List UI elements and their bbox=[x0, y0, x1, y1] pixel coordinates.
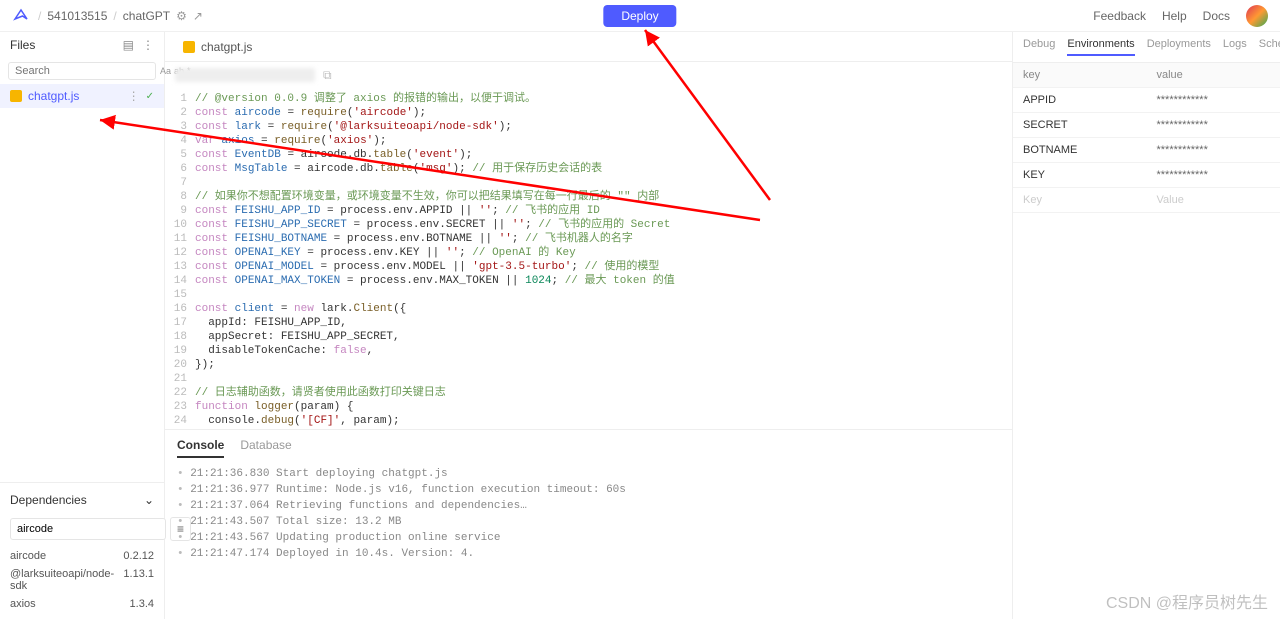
console-tabs: Console Database bbox=[165, 430, 1012, 466]
env-row[interactable]: KEY************ bbox=[1013, 163, 1280, 188]
env-value[interactable]: ************ bbox=[1147, 163, 1280, 187]
js-file-icon bbox=[183, 41, 195, 53]
dep-input-row: ≡ bbox=[10, 517, 154, 541]
blurred-url bbox=[175, 68, 315, 82]
dep-version: 1.3.4 bbox=[130, 598, 154, 610]
env-header-row: key value bbox=[1013, 63, 1280, 88]
env-value[interactable]: ************ bbox=[1147, 138, 1280, 162]
env-value[interactable]: ************ bbox=[1147, 88, 1280, 112]
env-row[interactable]: APPID************ bbox=[1013, 88, 1280, 113]
file-item[interactable]: chatgpt.js ⋮ ✓ bbox=[0, 84, 164, 108]
file-name: chatgpt.js bbox=[28, 89, 79, 103]
topbar: / 541013515 / chatGPT ⚙ ↗ Deploy Feedbac… bbox=[0, 0, 1280, 32]
chevron-down-icon: ⌄ bbox=[144, 493, 154, 507]
dep-row[interactable]: axios 1.3.4 bbox=[10, 595, 154, 613]
docs-link[interactable]: Docs bbox=[1203, 9, 1230, 23]
dep-version: 1.13.1 bbox=[123, 568, 154, 592]
code-body[interactable]: // @version 0.0.9 调整了 axios 的报错的输出，以便于调试… bbox=[195, 92, 1012, 425]
tabbar: chatgpt.js bbox=[165, 32, 1012, 62]
console-line: 21:21:36.830 Start deploying chatgpt.js bbox=[177, 466, 1000, 482]
env-row[interactable]: BOTNAME************ bbox=[1013, 138, 1280, 163]
avatar[interactable] bbox=[1246, 5, 1268, 27]
share-icon[interactable]: ↗ bbox=[193, 9, 203, 23]
project-id[interactable]: 541013515 bbox=[47, 9, 107, 23]
editor-toolbar: ⧉ bbox=[165, 62, 1012, 88]
new-file-icon[interactable]: ▤ bbox=[123, 38, 134, 52]
console-line: 21:21:43.567 Updating production online … bbox=[177, 530, 1000, 546]
env-key[interactable]: KEY bbox=[1013, 163, 1147, 187]
env-key[interactable]: APPID bbox=[1013, 88, 1147, 112]
env-key[interactable]: SECRET bbox=[1013, 113, 1147, 137]
project-name[interactable]: chatGPT bbox=[123, 9, 170, 23]
top-right-links: Feedback Help Docs bbox=[1093, 5, 1268, 27]
feedback-link[interactable]: Feedback bbox=[1093, 9, 1146, 23]
editor-tab[interactable]: chatgpt.js bbox=[173, 36, 262, 58]
right-panel: Debug Environments Deployments Logs Sche… bbox=[1012, 32, 1280, 619]
env-table: key value APPID************SECRET*******… bbox=[1013, 63, 1280, 213]
deploy-button[interactable]: Deploy bbox=[603, 5, 676, 27]
dep-row[interactable]: aircode 0.2.12 bbox=[10, 547, 154, 565]
tab-console[interactable]: Console bbox=[177, 438, 224, 458]
help-link[interactable]: Help bbox=[1162, 9, 1187, 23]
console-body[interactable]: 21:21:36.830 Start deploying chatgpt.js2… bbox=[165, 466, 1012, 619]
code-editor[interactable]: 123456789101112131415161718192021222324 … bbox=[165, 88, 1012, 429]
console-line: 21:21:37.064 Retrieving functions and de… bbox=[177, 498, 1000, 514]
env-row[interactable]: SECRET************ bbox=[1013, 113, 1280, 138]
env-value[interactable]: ************ bbox=[1147, 113, 1280, 137]
search-row[interactable]: Aa ab * bbox=[8, 62, 156, 80]
dependencies-panel: Dependencies ⌄ ≡ aircode0.2.12@larksuite… bbox=[0, 482, 164, 619]
more-icon[interactable]: ⋮ bbox=[142, 38, 154, 52]
js-file-icon bbox=[10, 90, 22, 102]
tab-environments[interactable]: Environments bbox=[1067, 38, 1134, 56]
console-line: 21:21:47.174 Deployed in 10.4s. Version:… bbox=[177, 546, 1000, 562]
watermark: CSDN @程序员树先生 bbox=[1106, 589, 1268, 613]
gear-icon[interactable]: ⚙ bbox=[176, 9, 187, 23]
tab-schedules[interactable]: Schedules bbox=[1259, 38, 1280, 56]
right-tabs: Debug Environments Deployments Logs Sche… bbox=[1013, 32, 1280, 63]
breadcrumb: / 541013515 / chatGPT ⚙ ↗ bbox=[38, 9, 203, 23]
dep-version: 0.2.12 bbox=[123, 550, 154, 562]
check-icon: ✓ bbox=[146, 91, 154, 102]
tab-debug[interactable]: Debug bbox=[1023, 38, 1055, 56]
env-ghost-key[interactable]: Key bbox=[1013, 188, 1147, 212]
dep-row[interactable]: @larksuiteoapi/node-sdk1.13.1 bbox=[10, 565, 154, 595]
console-panel: Console Database 21:21:36.830 Start depl… bbox=[165, 429, 1012, 619]
tab-deployments[interactable]: Deployments bbox=[1147, 38, 1211, 56]
sidebar: Files ▤ ⋮ Aa ab * chatgpt.js ⋮ ✓ Depende… bbox=[0, 32, 165, 619]
deps-header[interactable]: Dependencies ⌄ bbox=[10, 489, 154, 511]
dep-name: axios bbox=[10, 598, 36, 610]
env-key[interactable]: BOTNAME bbox=[1013, 138, 1147, 162]
console-line: 21:21:43.507 Total size: 13.2 MB bbox=[177, 514, 1000, 530]
file-more-icon[interactable]: ⋮ bbox=[128, 89, 140, 103]
files-header: Files ▤ ⋮ bbox=[0, 32, 164, 58]
env-header-key: key bbox=[1013, 63, 1147, 87]
dep-search-input[interactable] bbox=[10, 518, 166, 540]
tab-logs[interactable]: Logs bbox=[1223, 38, 1247, 56]
line-gutter: 123456789101112131415161718192021222324 bbox=[165, 92, 195, 425]
center-panel: chatgpt.js ⧉ 123456789101112131415161718… bbox=[165, 32, 1012, 619]
env-ghost-row[interactable]: Key Value bbox=[1013, 188, 1280, 213]
copy-icon[interactable]: ⧉ bbox=[323, 68, 332, 83]
tab-label: chatgpt.js bbox=[201, 40, 252, 54]
console-line: 21:21:36.977 Runtime: Node.js v16, funct… bbox=[177, 482, 1000, 498]
env-header-value: value bbox=[1147, 63, 1280, 87]
tab-database[interactable]: Database bbox=[240, 438, 291, 458]
dep-name: @larksuiteoapi/node-sdk bbox=[10, 568, 123, 592]
search-input[interactable] bbox=[15, 65, 157, 77]
dep-name: aircode bbox=[10, 550, 46, 562]
logo-icon bbox=[12, 7, 30, 25]
env-ghost-value[interactable]: Value bbox=[1147, 188, 1280, 212]
files-label: Files bbox=[10, 38, 35, 52]
deps-label: Dependencies bbox=[10, 493, 87, 507]
